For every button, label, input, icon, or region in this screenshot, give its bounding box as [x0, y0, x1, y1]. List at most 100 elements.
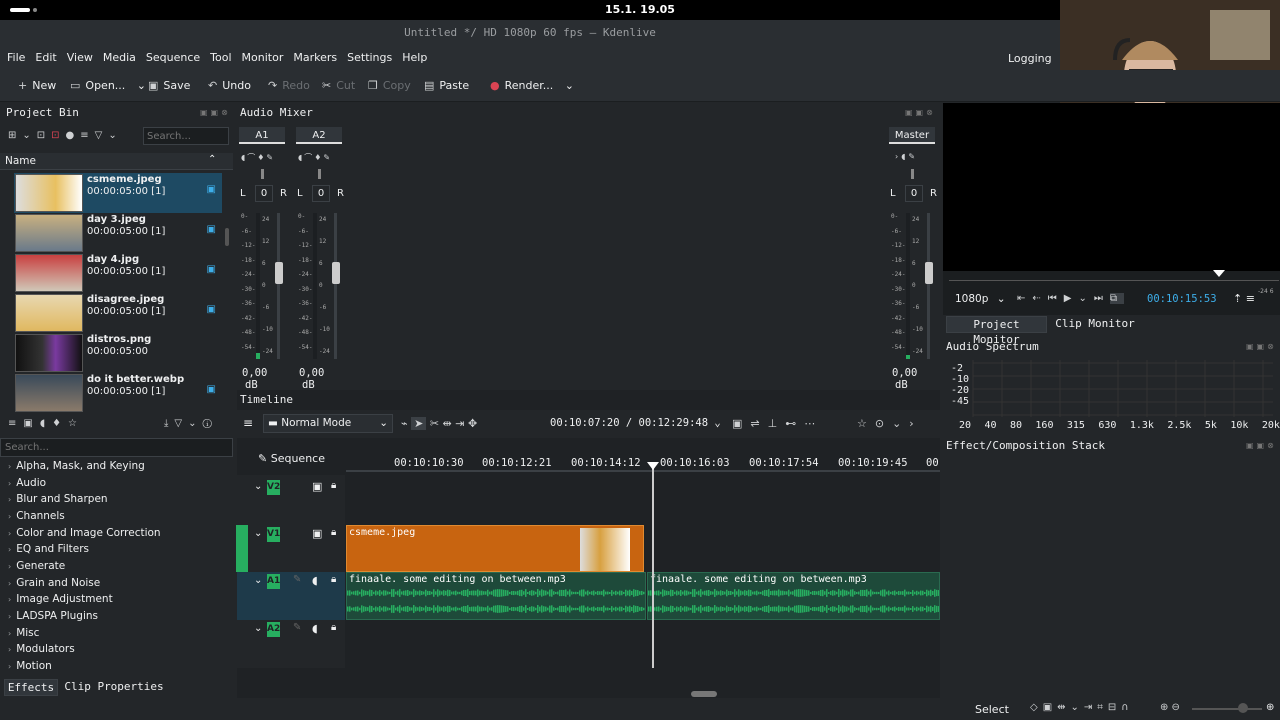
speaker-icon[interactable]: ◖ [312, 622, 318, 635]
strip-label[interactable]: A1 [239, 127, 285, 144]
speaker-icon[interactable]: ◖ [312, 574, 318, 587]
effect-category[interactable]: › Misc [8, 627, 39, 639]
zoom-icons[interactable]: ⊕ ⊖ [1160, 702, 1180, 713]
menu-tool[interactable]: Tool [205, 46, 236, 70]
effect-category[interactable]: › Motion [8, 660, 52, 672]
monitor-menu-icon[interactable]: ⇡ ≡ [1233, 292, 1255, 305]
effect-category[interactable]: › Alpha, Mask, and Keying [8, 460, 145, 472]
effect-category[interactable]: › Image Adjustment [8, 593, 113, 605]
menu-markers[interactable]: Markers [288, 46, 342, 70]
open-button[interactable]: ▭ Open... ⌄ [70, 79, 146, 92]
select-tool-icon[interactable]: ➤ [411, 417, 427, 430]
lock-icon[interactable]: 🔒︎ [331, 527, 336, 538]
panel-controls-icon[interactable]: ▣▣⊗ [200, 108, 231, 117]
redo-button[interactable]: ↷ Redo [268, 79, 310, 92]
lock-icon[interactable]: 🔒︎ [331, 480, 336, 491]
effect-category[interactable]: › Grain and Noise [8, 577, 100, 589]
render-button[interactable]: ● Render... ⌄ [490, 79, 574, 92]
bin-scrollbar[interactable] [225, 228, 229, 246]
effect-category[interactable]: › Color and Image Correction [8, 527, 161, 539]
timeline-actions-icons[interactable]: ▣⇌⊥⊷⋯ [732, 417, 823, 430]
pan-slider[interactable] [261, 169, 264, 179]
panel-controls-icon[interactable]: ▣▣⊗ [1246, 441, 1277, 450]
menu-sequence[interactable]: Sequence [141, 46, 205, 70]
collapse-icon[interactable]: ⌄ [254, 528, 262, 539]
lock-icon[interactable]: 🔒︎ [331, 622, 336, 633]
list-item[interactable]: distros.png 00:00:05:00 [15, 334, 221, 372]
save-button[interactable]: ▣ Save [148, 79, 190, 92]
track-header-a2[interactable]: ⌄ A2 ✎ ◖ 🔒︎ [237, 620, 345, 668]
effect-category[interactable]: › LADSPA Plugins [8, 610, 98, 622]
bin-toolbar-icons[interactable]: ⊞⌄⊡⊡●≡▽⌄ [8, 130, 123, 141]
track-header-v1[interactable]: ⌄ V1 ▣ 🔒︎ [236, 525, 345, 572]
strip-controls-icons[interactable]: ◖⌒♦✎ [298, 152, 332, 163]
menu-help[interactable]: Help [397, 46, 432, 70]
collapse-icon[interactable]: ⌄ [254, 623, 262, 634]
tab-clip-properties[interactable]: Clip Properties [62, 679, 166, 696]
list-item[interactable]: do it better.webp 00:00:05:00 [1] ▣ [15, 374, 221, 412]
pan-value[interactable]: 0 [312, 185, 330, 202]
sequence-tab[interactable]: ✎ Sequence [258, 452, 325, 465]
monitor-timecode[interactable]: 00:10:15:53 [1147, 293, 1217, 305]
list-item[interactable]: disagree.jpeg 00:00:05:00 [1] ▣ [15, 294, 221, 332]
zoom-handle[interactable] [1238, 703, 1248, 713]
status-select[interactable]: Select [975, 703, 1009, 716]
effects-search-input[interactable] [0, 438, 233, 457]
list-item[interactable]: day 4.jpg 00:00:05:00 [1] ▣ [15, 254, 221, 292]
hamburger-icon[interactable]: ≡ [243, 416, 253, 430]
resolution-select[interactable]: 1080p ⌄ [955, 293, 1006, 305]
monitor-video[interactable] [959, 103, 1280, 271]
audio-clip[interactable]: finaale. some editing on between.mp3 [647, 572, 940, 620]
film-icon[interactable]: ▣ [312, 527, 322, 540]
strip-controls-icons[interactable]: ›◖✎ [895, 152, 918, 161]
tab-clip-monitor[interactable]: Clip Monitor [1050, 316, 1140, 333]
db-readout[interactable]: 0,00 dB [299, 367, 343, 391]
playhead-marker-icon[interactable] [647, 462, 659, 470]
db-readout[interactable]: 0,00 dB [242, 367, 286, 391]
playhead[interactable] [652, 464, 654, 668]
video-clip[interactable]: csmeme.jpeg [346, 525, 644, 572]
effect-category[interactable]: › Blur and Sharpen [8, 493, 108, 505]
effects-filter-icons[interactable]: ⤓▽⌄ⓘ [164, 418, 218, 429]
menu-settings[interactable]: Settings [342, 46, 397, 70]
loop-icon[interactable]: ⧉ [1109, 293, 1124, 304]
zoom-slider[interactable] [1192, 708, 1262, 710]
list-item[interactable]: day 3.jpeg 00:00:05:00 [1] ▣ [15, 214, 221, 252]
new-button[interactable]: + New [18, 79, 56, 92]
audio-clip[interactable]: finaale. some editing on between.mp3 [346, 572, 646, 620]
menu-monitor[interactable]: Monitor [237, 46, 289, 70]
copy-button[interactable]: ❐ Copy [368, 79, 411, 92]
cut-button[interactable]: ✂ Cut [322, 79, 355, 92]
status-tool-icons[interactable]: ◇▣⇹⌄⇥⌗⊟∩ [1030, 702, 1134, 713]
paste-button[interactable]: ▤ Paste [424, 79, 469, 92]
tab-effects[interactable]: Effects [4, 679, 58, 696]
edit-mode-select[interactable]: ▬ Normal Mode ⌄ [263, 414, 393, 433]
tab-project-monitor[interactable]: Project Monitor [946, 316, 1047, 346]
pan-value[interactable]: 0 [905, 185, 923, 202]
track-header-v2[interactable]: ⌄ V2 ▣ 🔒︎ [237, 475, 345, 525]
volume-fader[interactable] [925, 262, 933, 284]
volume-fader[interactable] [275, 262, 283, 284]
effects-toolbar-icons[interactable]: ≡▣◖♦☆ [8, 418, 84, 429]
film-icon[interactable]: ▣ [312, 480, 322, 493]
menu-view[interactable]: View [62, 46, 98, 70]
strip-label[interactable]: A2 [296, 127, 342, 144]
timeline-extra-icons[interactable]: ☆⊙⌄› [857, 417, 922, 430]
effect-category[interactable]: › Modulators [8, 643, 75, 655]
track-header-a1[interactable]: ⌄ A1 ✎ ◖ 🔒︎ [237, 572, 345, 620]
db-readout[interactable]: 0,00 dB [892, 367, 936, 391]
bin-search-input[interactable] [143, 127, 229, 145]
monitor-position-marker[interactable] [1213, 270, 1225, 277]
effect-category[interactable]: › Generate [8, 560, 65, 572]
undo-button[interactable]: ↶ Undo [208, 79, 251, 92]
pencil-icon[interactable]: ✎ [293, 622, 301, 633]
transport-icons[interactable]: ⇤⇠⏮▶⌄⏭⧉ [1017, 293, 1124, 304]
strip-controls-icons[interactable]: ◖⌒♦✎ [241, 152, 275, 163]
bin-column-header[interactable]: Name ⌃ [0, 153, 233, 170]
render-chevron-icon[interactable]: ⌄ [565, 79, 574, 92]
volume-fader[interactable] [332, 262, 340, 284]
lock-icon[interactable]: 🔒︎ [331, 574, 336, 585]
monitor-ruler[interactable] [949, 275, 1279, 281]
timeline-scrollbar[interactable] [691, 691, 717, 697]
chevron-down-icon[interactable]: ⌄ [137, 79, 146, 92]
